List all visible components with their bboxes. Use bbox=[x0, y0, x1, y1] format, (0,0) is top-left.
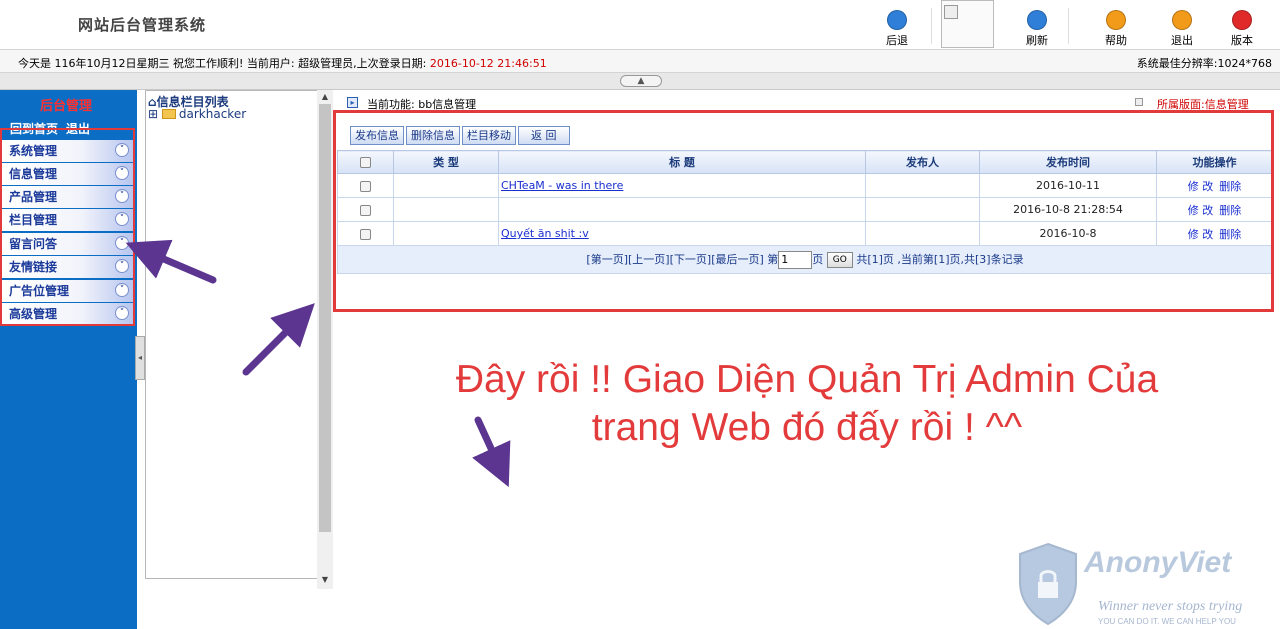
version-label: 版本 bbox=[1231, 34, 1253, 47]
highlight-box-menu bbox=[0, 128, 135, 326]
tree-node-label[interactable]: darkhacker bbox=[179, 107, 246, 121]
current-user: 超级管理员, bbox=[298, 57, 357, 70]
refresh-button[interactable]: 刷新 bbox=[1009, 10, 1065, 48]
broken-image-placeholder bbox=[941, 0, 994, 48]
help-label: 帮助 bbox=[1105, 34, 1127, 47]
highlight-box-content bbox=[333, 110, 1274, 312]
last-login-time: 2016-10-12 21:46:51 bbox=[429, 57, 547, 70]
watermark-brand: AnonyViet bbox=[1083, 546, 1233, 579]
back-label: 后退 bbox=[886, 34, 908, 47]
scroll-down-icon[interactable]: ▼ bbox=[317, 575, 333, 585]
expand-icon[interactable]: ⊞ bbox=[148, 107, 158, 121]
greeting: 祝您工作顺利! bbox=[173, 57, 244, 70]
refresh-icon bbox=[1027, 10, 1047, 30]
anonyviet-watermark: AnonyViet Winner never stops trying YOU … bbox=[1019, 542, 1242, 626]
annotation-line-2: trang Web đó đấy rồi ! ^^ bbox=[591, 406, 1023, 449]
collapse-header-toggle[interactable]: ▲ bbox=[620, 75, 662, 87]
tree-panel: ⌂信息栏目列表 ⊞ darkhacker bbox=[145, 90, 319, 579]
header: 网站后台管理系统 后退 刷新 帮助 退出 版本 bbox=[0, 0, 1280, 48]
arrow-right-icon: ▸ bbox=[347, 97, 358, 108]
best-resolution: 系统最佳分辨率:1024*768 bbox=[1136, 57, 1272, 70]
sidebar-split-handle[interactable]: ◂ bbox=[135, 336, 145, 380]
scroll-up-icon[interactable]: ▲ bbox=[317, 92, 333, 102]
back-arrow-icon bbox=[887, 10, 907, 30]
today-label: 今天是 bbox=[18, 57, 51, 70]
watermark-sub: YOU CAN DO IT. WE CAN HELP YOU bbox=[1098, 617, 1236, 626]
last-login-label: 上次登录日期: bbox=[356, 57, 427, 70]
status-info: 今天是 116年10月12日星期三 祝您工作顺利! 当前用户: 超级管理员,上次… bbox=[18, 55, 547, 71]
vertical-scrollbar[interactable]: ▲ ▼ bbox=[317, 90, 333, 589]
sidebar-title: 后台管理 bbox=[40, 99, 93, 114]
collapse-bar: ▲ bbox=[0, 73, 1280, 90]
shield-lock-icon bbox=[1019, 542, 1077, 626]
toolbar-divider bbox=[931, 8, 932, 44]
current-user-label: 当前用户: bbox=[246, 57, 295, 70]
exit-button[interactable]: 退出 bbox=[1154, 10, 1210, 48]
status-bar: 今天是 116年10月12日星期三 祝您工作顺利! 当前用户: 超级管理员,上次… bbox=[0, 49, 1280, 73]
toolbar-divider bbox=[1068, 8, 1069, 44]
refresh-label: 刷新 bbox=[1026, 34, 1048, 47]
exit-label: 退出 bbox=[1171, 34, 1193, 47]
help-button[interactable]: 帮助 bbox=[1088, 10, 1144, 48]
square-icon bbox=[1135, 98, 1143, 106]
annotation-line-1: Đây rồi !! Giao Diện Quản Trị Admin Của bbox=[455, 358, 1159, 401]
scroll-thumb[interactable] bbox=[319, 104, 331, 532]
folder-icon bbox=[161, 109, 176, 119]
user-exit-icon bbox=[1172, 10, 1192, 30]
watermark-tagline: Winner never stops trying bbox=[1098, 599, 1242, 614]
help-icon bbox=[1106, 10, 1126, 30]
version-icon bbox=[1232, 10, 1252, 30]
today-date: 116年10月12日星期三 bbox=[54, 57, 170, 70]
tree-node[interactable]: ⊞ darkhacker bbox=[148, 107, 246, 121]
app-title: 网站后台管理系统 bbox=[78, 16, 207, 34]
version-button[interactable]: 版本 bbox=[1214, 10, 1270, 48]
back-button[interactable]: 后退 bbox=[869, 10, 925, 48]
annotation-caption: Đây rồi !! Giao Diện Quản Trị Admin Của … bbox=[382, 356, 1232, 452]
